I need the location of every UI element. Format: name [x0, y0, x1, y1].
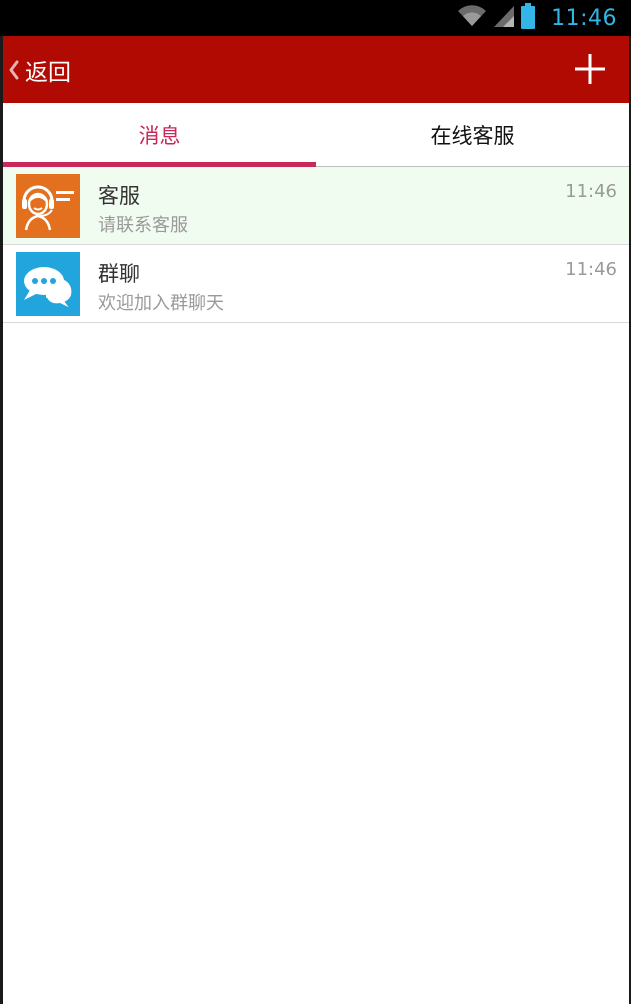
plus-icon — [573, 54, 607, 90]
add-button[interactable] — [573, 52, 607, 86]
tab-online-support-label: 在线客服 — [430, 123, 515, 148]
phone-screen: 11:46 返回 消息 在线客服 客服 请联系客服 11:46 群聊 欢迎加入群… — [0, 0, 631, 1004]
back-label: 返回 — [25, 59, 71, 86]
app-content: 返回 消息 在线客服 客服 请联系客服 11:46 群聊 欢迎加入群聊天 11:… — [3, 36, 629, 1004]
chat-bubbles-icon — [16, 252, 80, 316]
conversation-time: 11:46 — [565, 259, 617, 280]
cell-signal-icon — [493, 4, 515, 32]
status-time: 11:46 — [551, 5, 617, 31]
conversation-preview: 请联系客服 — [98, 215, 188, 236]
chevron-left-icon — [7, 58, 21, 82]
customer-service-icon — [16, 174, 80, 238]
tab-bar: 消息 在线客服 — [3, 103, 629, 167]
conversation-preview: 欢迎加入群聊天 — [98, 293, 224, 314]
back-button[interactable]: 返回 — [7, 36, 71, 103]
status-icons: 11:46 — [457, 3, 617, 33]
tab-messages[interactable]: 消息 — [3, 103, 316, 167]
wifi-icon — [457, 4, 487, 32]
tab-messages-label: 消息 — [138, 123, 181, 148]
conversation-name: 客服 — [98, 184, 140, 208]
conversation-item-customer-service[interactable]: 客服 请联系客服 11:46 — [3, 167, 629, 245]
conversation-item-group-chat[interactable]: 群聊 欢迎加入群聊天 11:46 — [3, 245, 629, 323]
conversation-list: 客服 请联系客服 11:46 群聊 欢迎加入群聊天 11:46 — [3, 167, 629, 323]
conversation-time: 11:46 — [565, 181, 617, 202]
battery-icon — [521, 3, 536, 33]
status-bar: 11:46 — [0, 0, 631, 36]
tab-online-support[interactable]: 在线客服 — [316, 103, 629, 166]
conversation-name: 群聊 — [98, 262, 140, 286]
title-bar: 返回 — [3, 36, 629, 103]
